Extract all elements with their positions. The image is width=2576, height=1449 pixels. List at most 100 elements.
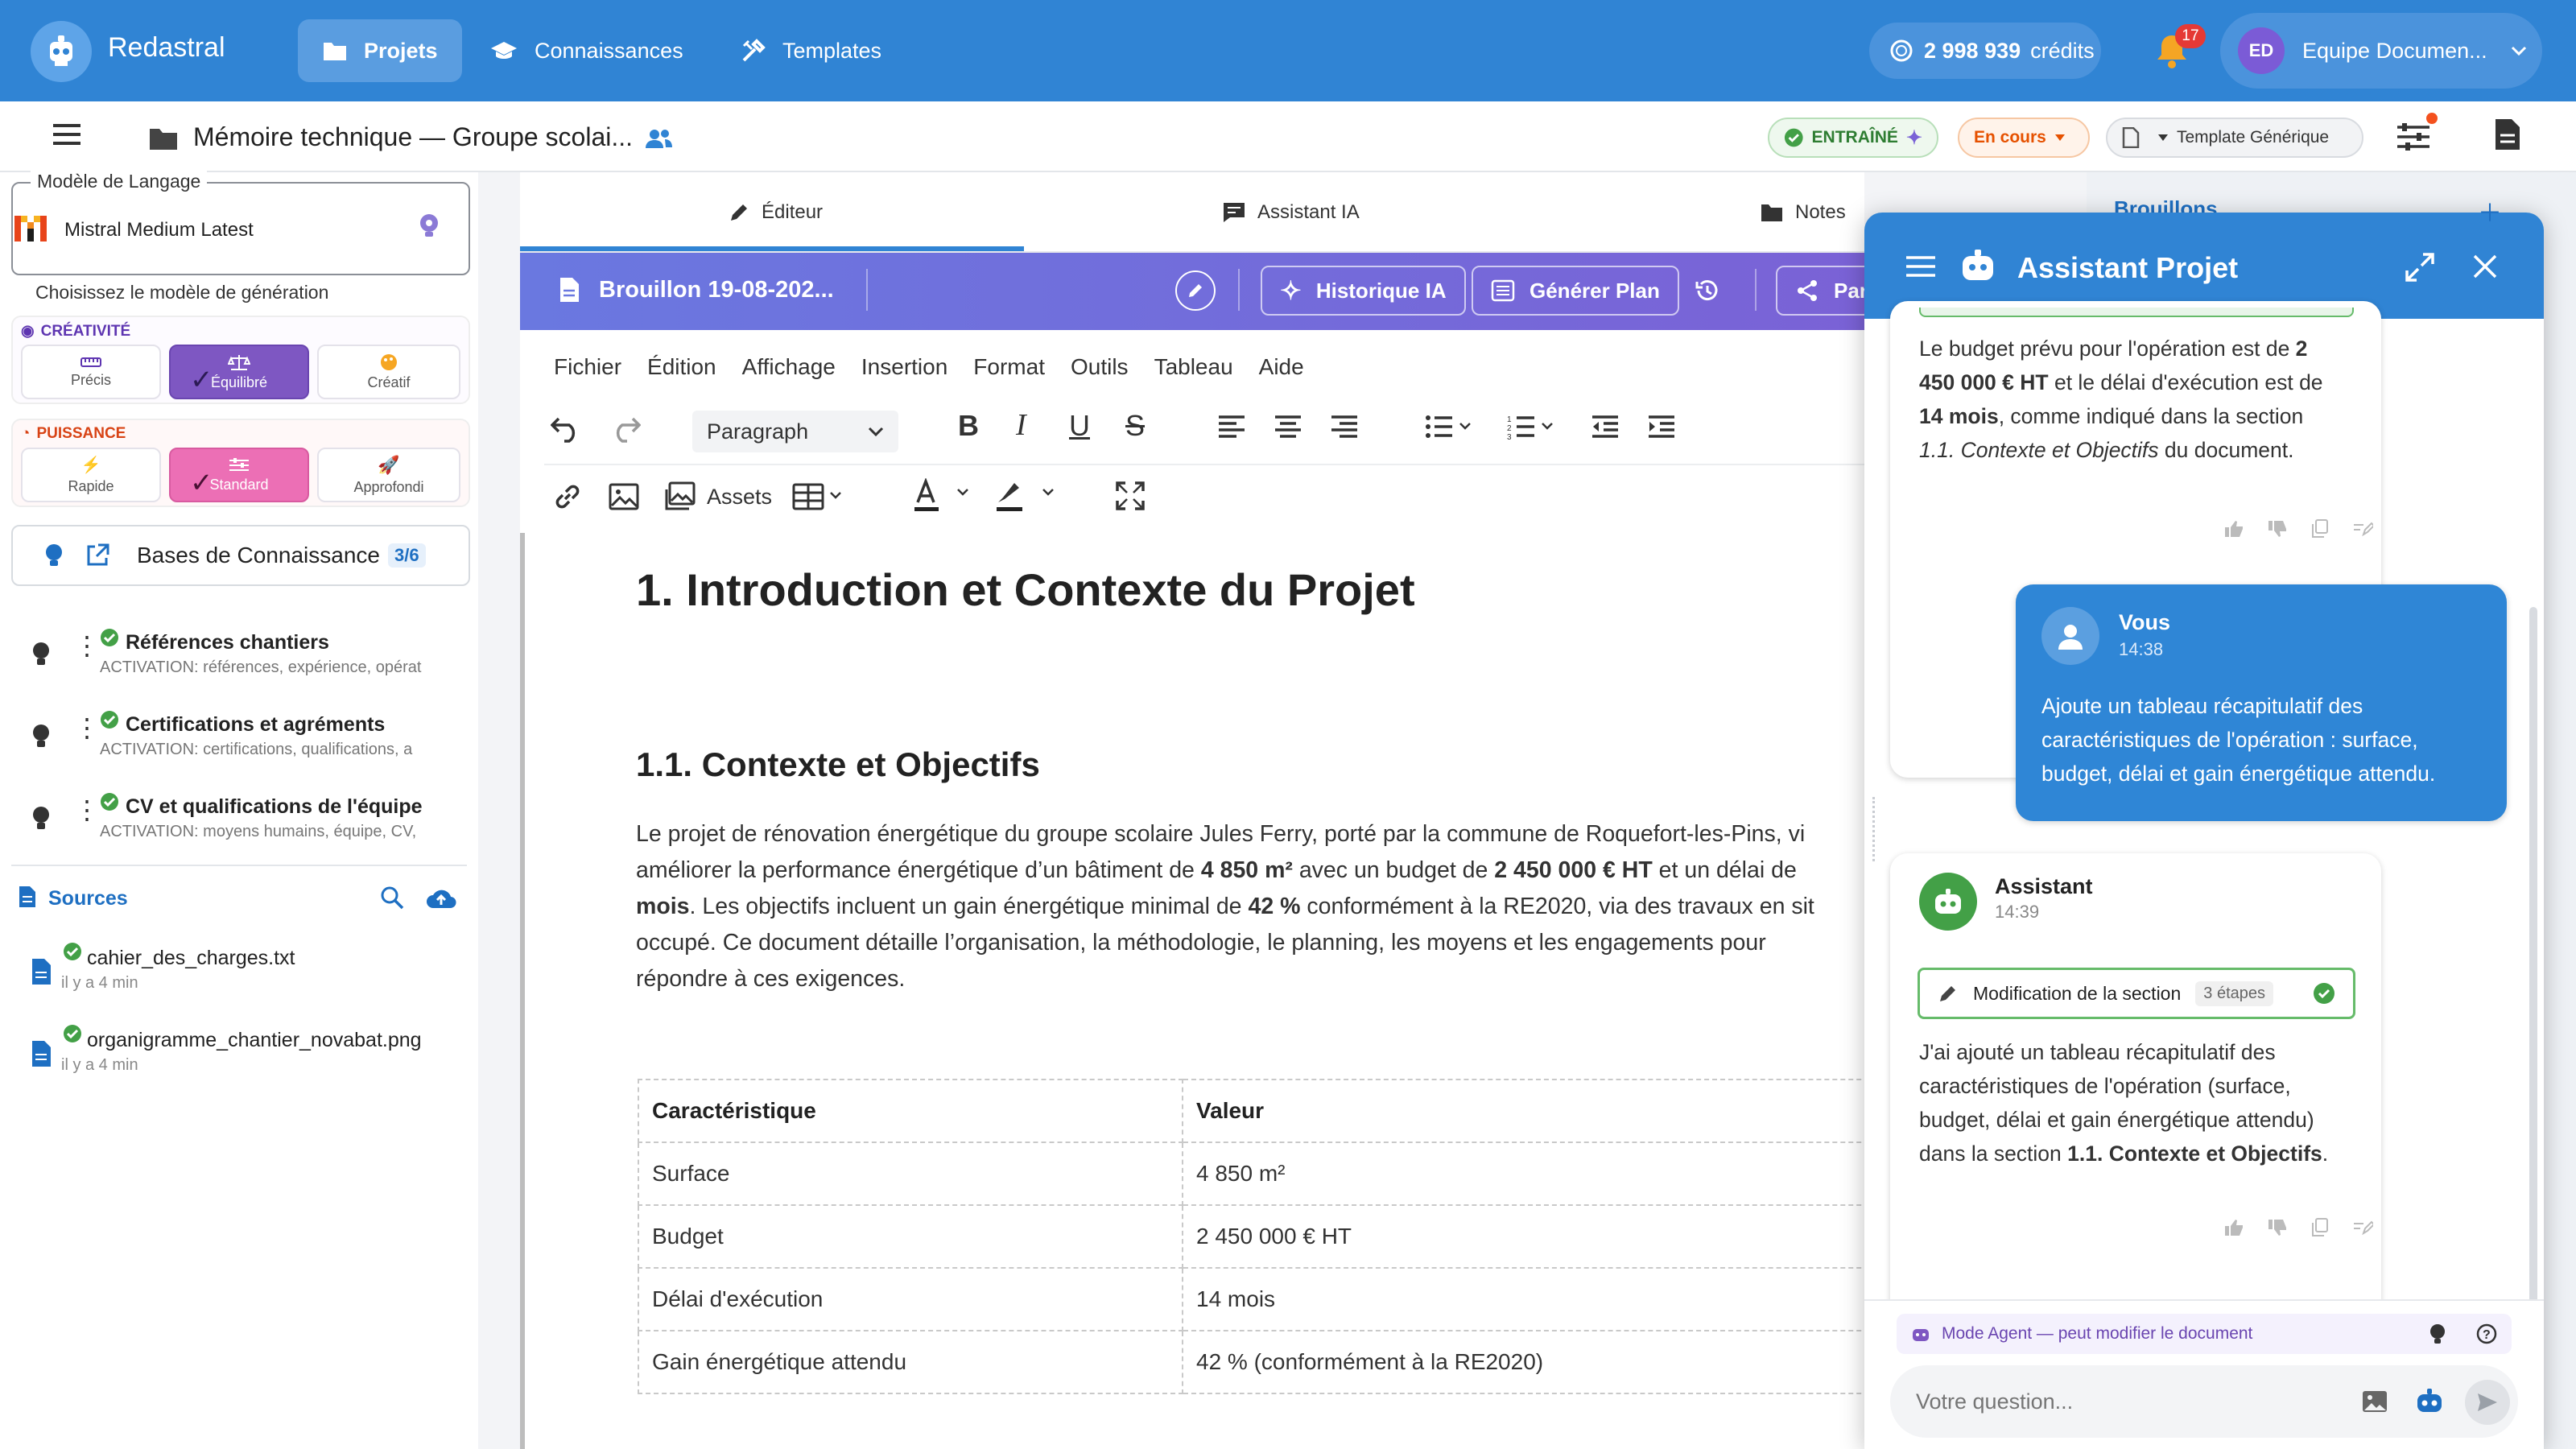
image-upload-icon[interactable] [2362, 1389, 2388, 1414]
heading-2[interactable]: 1.1. Contexte et Objectifs [636, 745, 1040, 784]
table-cell[interactable]: 42 % (conformément à la RE2020) [1182, 1330, 1893, 1394]
kb-item[interactable]: ⋮ Références chantiers ACTIVATION: référ… [0, 618, 478, 696]
search-icon[interactable] [380, 886, 404, 910]
image-icon[interactable] [609, 481, 639, 512]
history-ia-button[interactable]: ✧ Historique IA [1261, 266, 1466, 316]
question-input[interactable] [1916, 1380, 2318, 1423]
power-standard-button[interactable]: Standard ✓ [169, 448, 309, 502]
more-vertical-icon[interactable]: ⋮ [74, 633, 100, 658]
menu-aide[interactable]: Aide [1259, 354, 1304, 380]
creativity-equilibre-button[interactable]: Équilibré ✓ [169, 345, 309, 399]
trained-status-pill[interactable]: ENTRAÎNÉ ✦ [1768, 118, 1938, 158]
export-document-icon[interactable] [2494, 118, 2521, 151]
panel-resize-handle[interactable] [1872, 797, 1876, 861]
lightbulb-icon[interactable] [31, 723, 52, 750]
nav-projets[interactable]: Projets [298, 19, 462, 82]
menu-edition[interactable]: Édition [647, 354, 716, 380]
bold-icon[interactable]: B [958, 409, 979, 443]
help-circle-icon[interactable]: ? [2476, 1323, 2497, 1344]
edit-note-icon[interactable] [2352, 1219, 2373, 1236]
more-vertical-icon[interactable]: ⋮ [74, 715, 100, 741]
table-cell[interactable]: Surface [638, 1141, 1183, 1206]
history-clock-icon[interactable] [1694, 277, 1721, 304]
menu-outils[interactable]: Outils [1071, 354, 1129, 380]
tab-assistant-ia[interactable]: Assistant IA [1222, 172, 1360, 253]
menu-insertion[interactable]: Insertion [861, 354, 947, 380]
power-approfondi-button[interactable]: 🚀 Approfondi [317, 448, 460, 502]
draft-title[interactable]: Brouillon 19-08-202... [599, 277, 834, 303]
nav-templates[interactable]: Templates [716, 19, 906, 82]
fullscreen-icon[interactable] [1116, 481, 1145, 510]
copy-icon[interactable] [2310, 1217, 2330, 1238]
italic-icon[interactable]: I [1016, 407, 1026, 443]
link-icon[interactable] [552, 481, 583, 512]
table-insert-icon[interactable] [792, 483, 845, 510]
more-vertical-icon[interactable]: ⋮ [74, 797, 100, 823]
add-draft-icon[interactable]: ＋ [2478, 193, 2502, 229]
outdent-icon[interactable] [1591, 414, 1620, 440]
block-format-select[interactable]: Paragraph [692, 411, 898, 452]
thumbs-up-icon[interactable] [2223, 1218, 2244, 1237]
redo-icon[interactable] [609, 414, 641, 443]
strikethrough-icon[interactable]: S [1125, 409, 1145, 443]
upload-cloud-icon[interactable] [425, 886, 457, 910]
menu-affichage[interactable]: Affichage [742, 354, 836, 380]
table-cell[interactable]: Budget [638, 1204, 1183, 1269]
table-cell[interactable]: 14 mois [1182, 1267, 1893, 1331]
hamburger-menu-icon[interactable] [1905, 254, 1937, 279]
section-edit-step[interactable]: Modification de la section 3 étapes [1918, 968, 2355, 1019]
characteristics-table[interactable]: Caractéristique Valeur Surface 4 850 m² Bu… [638, 1079, 1893, 1394]
user-menu[interactable]: ED Equipe Documen... [2220, 13, 2542, 89]
power-rapide-button[interactable]: ⚡ Rapide [21, 448, 161, 502]
app-logo-icon[interactable] [31, 21, 92, 82]
tab-notes[interactable]: Notes [1760, 172, 1846, 253]
edit-note-icon[interactable] [2352, 520, 2373, 538]
lightbulb-icon[interactable] [2428, 1323, 2447, 1345]
numbered-list-icon[interactable]: 123 [1507, 414, 1557, 440]
underline-icon[interactable]: U [1069, 409, 1090, 443]
settings-sliders-icon[interactable] [2396, 113, 2438, 153]
status-dropdown[interactable]: En cours [1958, 118, 2090, 158]
nav-connaissances[interactable]: Connaissances [465, 19, 708, 82]
lightbulb-gear-icon[interactable] [417, 213, 441, 238]
generate-plan-button[interactable]: Générer Plan [1472, 266, 1679, 316]
hamburger-menu-icon[interactable] [52, 122, 82, 147]
bullet-list-icon[interactable] [1425, 414, 1475, 440]
align-left-icon[interactable] [1217, 414, 1246, 440]
menu-fichier[interactable]: Fichier [554, 354, 621, 380]
align-center-icon[interactable] [1274, 414, 1302, 440]
table-cell[interactable]: 2 450 000 € HT [1182, 1204, 1893, 1269]
lightbulb-icon[interactable] [31, 641, 52, 668]
align-right-icon[interactable] [1330, 414, 1359, 440]
knowledge-bases-button[interactable]: Bases de Connaissance 3/6 [11, 525, 470, 586]
credits-pill[interactable]: 2 998 939 crédits [1869, 23, 2101, 79]
rename-draft-button[interactable] [1175, 270, 1216, 311]
paragraph[interactable]: Le projet de rénovation énergétique du g… [636, 816, 1864, 997]
thumbs-down-icon[interactable] [2267, 1218, 2288, 1237]
assets-button[interactable]: Assets [663, 481, 772, 512]
send-button[interactable] [2465, 1380, 2510, 1425]
menu-tableau[interactable]: Tableau [1154, 354, 1233, 380]
table-cell[interactable]: 4 850 m² [1182, 1141, 1893, 1206]
undo-icon[interactable] [551, 414, 583, 443]
creativity-creatif-button[interactable]: Créatif [317, 345, 460, 399]
table-cell[interactable]: Gain énergétique attendu [638, 1330, 1183, 1394]
text-color-icon[interactable] [911, 478, 974, 514]
template-selector[interactable]: Template Générique [2106, 118, 2363, 158]
thumbs-down-icon[interactable] [2267, 519, 2288, 539]
lightbulb-icon[interactable] [31, 805, 52, 832]
highlight-color-icon[interactable] [993, 478, 1058, 514]
indent-icon[interactable] [1647, 414, 1676, 440]
table-cell[interactable]: Délai d'exécution [638, 1267, 1183, 1331]
table-cell[interactable]: Valeur [1182, 1079, 1893, 1143]
creativity-precis-button[interactable]: Précis [21, 345, 161, 399]
menu-format[interactable]: Format [973, 354, 1045, 380]
shared-users-icon[interactable] [644, 127, 673, 150]
thumbs-up-icon[interactable] [2223, 519, 2244, 539]
close-icon[interactable] [2471, 253, 2499, 280]
expand-icon[interactable] [2404, 251, 2436, 283]
heading-1[interactable]: 1. Introduction et Contexte du Projet [636, 564, 1415, 616]
document-title[interactable]: Mémoire technique — Groupe scolai... [193, 122, 633, 152]
kb-item[interactable]: ⋮ CV et qualifications de l'équipe ACTIV… [0, 782, 478, 860]
table-cell[interactable]: Caractéristique [638, 1079, 1183, 1143]
